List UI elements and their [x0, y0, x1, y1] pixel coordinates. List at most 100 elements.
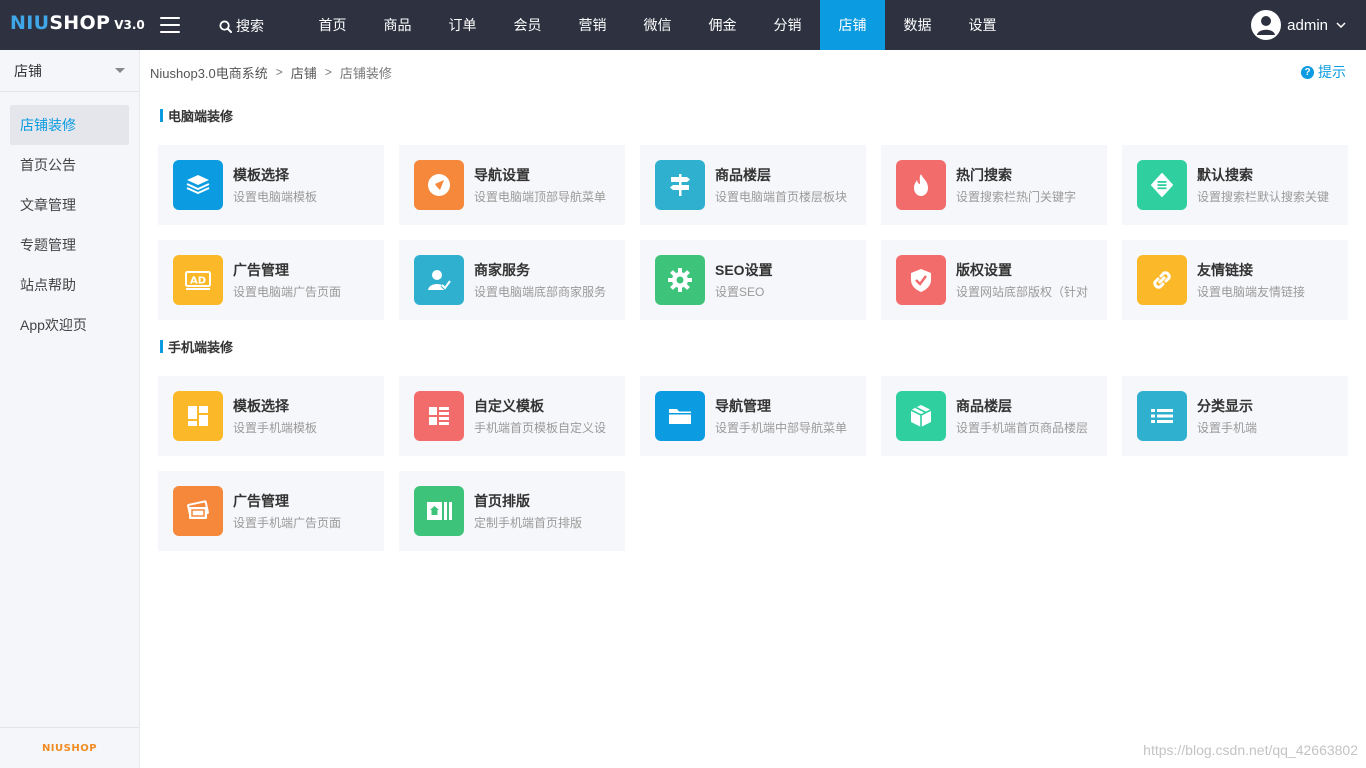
mobile-card-0[interactable]: 模板选择设置手机端模板	[158, 376, 384, 456]
card-title: 商品楼层	[956, 398, 1012, 414]
card-description: 设置SEO	[715, 285, 765, 299]
card-description: 设置电脑端友情链接	[1197, 285, 1306, 299]
card-title: 版权设置	[956, 262, 1012, 278]
card-description: 定制手机端首页排版	[474, 516, 583, 530]
shield-check-icon	[896, 255, 946, 305]
logo[interactable]: NIUSHOP V3.0	[10, 12, 145, 38]
sidebar-item-4[interactable]: 站点帮助	[10, 265, 129, 305]
breadcrumb: Niushop3.0电商系统 > 店铺 > 店铺装修	[150, 62, 392, 82]
nav-item-3[interactable]: 会员	[495, 0, 560, 50]
card-description: 设置手机端广告页面	[233, 516, 342, 530]
card-description: 设置搜索栏默认搜索关键	[1197, 190, 1330, 204]
card-description: 设置电脑端底部商家服务	[474, 285, 607, 299]
card-title: 自定义模板	[474, 398, 544, 414]
nav-item-5[interactable]: 微信	[625, 0, 690, 50]
card-description: 设置电脑端顶部导航菜单	[474, 190, 607, 204]
card-title: 模板选择	[233, 398, 289, 414]
mobile-card-3[interactable]: 商品楼层 设置手机端首页商品楼层	[881, 376, 1107, 456]
menu-toggle-icon[interactable]	[160, 17, 180, 33]
nav-item-6[interactable]: 佣金	[690, 0, 755, 50]
card-title: 分类显示	[1197, 398, 1253, 414]
svg-text:AD: AD	[190, 276, 206, 287]
search-label: 搜索	[236, 18, 264, 34]
card-description: 设置电脑端模板	[233, 190, 318, 204]
ad-cards-icon	[173, 486, 223, 536]
question-icon: ?	[1301, 65, 1314, 79]
nav-item-4[interactable]: 营销	[560, 0, 625, 50]
tip-link[interactable]: ? 提示	[1301, 62, 1346, 82]
card-description: 设置手机端中部导航菜单	[715, 421, 848, 435]
nav-item-8[interactable]: 店铺	[820, 0, 885, 50]
mobile-card-2[interactable]: 导航管理设置手机端中部导航菜单	[640, 376, 866, 456]
watermark: https://blog.csdn.net/qq_42663802	[1143, 742, 1358, 758]
card-description: 设置手机端模板	[233, 421, 318, 435]
breadcrumb-item-1[interactable]: 店铺	[291, 63, 317, 82]
list-icon	[1137, 391, 1187, 441]
mobile-card-6[interactable]: 首页排版 定制手机端首页排版	[399, 471, 625, 551]
user-menu[interactable]: admin	[1251, 10, 1346, 40]
sidebar-menu: 店铺装修 首页公告 文章管理 专题管理 站点帮助 App欢迎页	[0, 105, 139, 345]
sidebar-header[interactable]: 店铺	[0, 50, 139, 92]
main-nav: 首页 商品 订单 会员 营销 微信 佣金 分销 店铺 数据 设置	[300, 0, 1015, 50]
pc-card-0[interactable]: 模板选择设置电脑端模板	[158, 145, 384, 225]
breadcrumb-separator: >	[275, 65, 283, 79]
mobile-card-1[interactable]: 自定义模板手机端首页模板自定义设	[399, 376, 625, 456]
gear-icon	[655, 255, 705, 305]
section-title-pc: 电脑端装修	[160, 107, 233, 124]
list-badge-icon	[1137, 160, 1187, 210]
caret-down-icon	[115, 68, 125, 73]
dashboard-icon	[173, 391, 223, 441]
nav-item-1[interactable]: 商品	[365, 0, 430, 50]
card-description: 设置手机端	[1197, 421, 1258, 435]
tip-label: 提示	[1318, 64, 1346, 80]
user-service-icon	[414, 255, 464, 305]
pc-card-2[interactable]: 商品楼层 设置电脑端首页楼层板块	[640, 145, 866, 225]
pc-card-7[interactable]: SEO设置 设置SEO	[640, 240, 866, 320]
sidebar-item-1[interactable]: 首页公告	[10, 145, 129, 185]
nav-item-7[interactable]: 分销	[755, 0, 820, 50]
sidebar-item-0[interactable]: 店铺装修	[10, 105, 129, 145]
pc-card-4[interactable]: 默认搜索设置搜索栏默认搜索关键	[1122, 145, 1348, 225]
card-title: 热门搜索	[956, 167, 1012, 183]
pc-card-3[interactable]: 热门搜索 设置搜索栏热门关键字	[881, 145, 1107, 225]
card-title: 导航管理	[715, 398, 771, 414]
search-button[interactable]: 搜索	[219, 16, 264, 36]
top-navbar: NIUSHOP V3.0 搜索 首页 商品 订单 会员 营销 微信 佣金 分销 店铺 数据 设置 a…	[0, 0, 1366, 50]
card-description: 设置网站底部版权（针对	[956, 285, 1089, 299]
breadcrumb-separator: >	[324, 65, 332, 79]
sidebar: 店铺 店铺装修 首页公告 文章管理 专题管理 站点帮助 App欢迎页 NIUSHOP	[0, 50, 140, 768]
sidebar-footer: NIUSHOP	[0, 727, 139, 768]
card-title: 商家服务	[474, 262, 530, 278]
pc-card-1[interactable]: 导航设置设置电脑端顶部导航菜单	[399, 145, 625, 225]
chevron-down-icon	[1336, 22, 1346, 28]
fire-icon	[896, 160, 946, 210]
home-layout-icon	[414, 486, 464, 536]
sidebar-item-2[interactable]: 文章管理	[10, 185, 129, 225]
pc-card-6[interactable]: 商家服务设置电脑端底部商家服务	[399, 240, 625, 320]
card-title: 广告管理	[233, 262, 289, 278]
pc-card-8[interactable]: 版权设置设置网站底部版权（针对	[881, 240, 1107, 320]
search-icon	[219, 19, 232, 33]
layers-icon	[173, 160, 223, 210]
avatar	[1251, 10, 1282, 40]
sidebar-item-3[interactable]: 专题管理	[10, 225, 129, 265]
logo-text: NIUSHOP	[10, 12, 110, 34]
card-title: 模板选择	[233, 167, 289, 183]
mobile-card-5[interactable]: 广告管理 设置手机端广告页面	[158, 471, 384, 551]
card-description: 手机端首页模板自定义设	[474, 421, 607, 435]
mobile-card-4[interactable]: 分类显示 设置手机端	[1122, 376, 1348, 456]
card-title: 导航设置	[474, 167, 530, 183]
nav-item-10[interactable]: 设置	[950, 0, 1015, 50]
nav-item-9[interactable]: 数据	[885, 0, 950, 50]
card-description: 设置电脑端首页楼层板块	[715, 190, 848, 204]
pc-card-5[interactable]: AD 广告管理 设置电脑端广告页面	[158, 240, 384, 320]
pc-card-9[interactable]: 友情链接 设置电脑端友情链接	[1122, 240, 1348, 320]
sidebar-header-label: 店铺	[14, 62, 42, 79]
nav-item-0[interactable]: 首页	[300, 0, 365, 50]
user-name: admin	[1287, 16, 1328, 34]
card-title: 默认搜索	[1197, 167, 1253, 183]
nav-item-2[interactable]: 订单	[430, 0, 495, 50]
logo-version: V3.0	[114, 18, 145, 32]
breadcrumb-item-0[interactable]: Niushop3.0电商系统	[150, 63, 268, 82]
sidebar-item-5[interactable]: App欢迎页	[10, 305, 129, 345]
